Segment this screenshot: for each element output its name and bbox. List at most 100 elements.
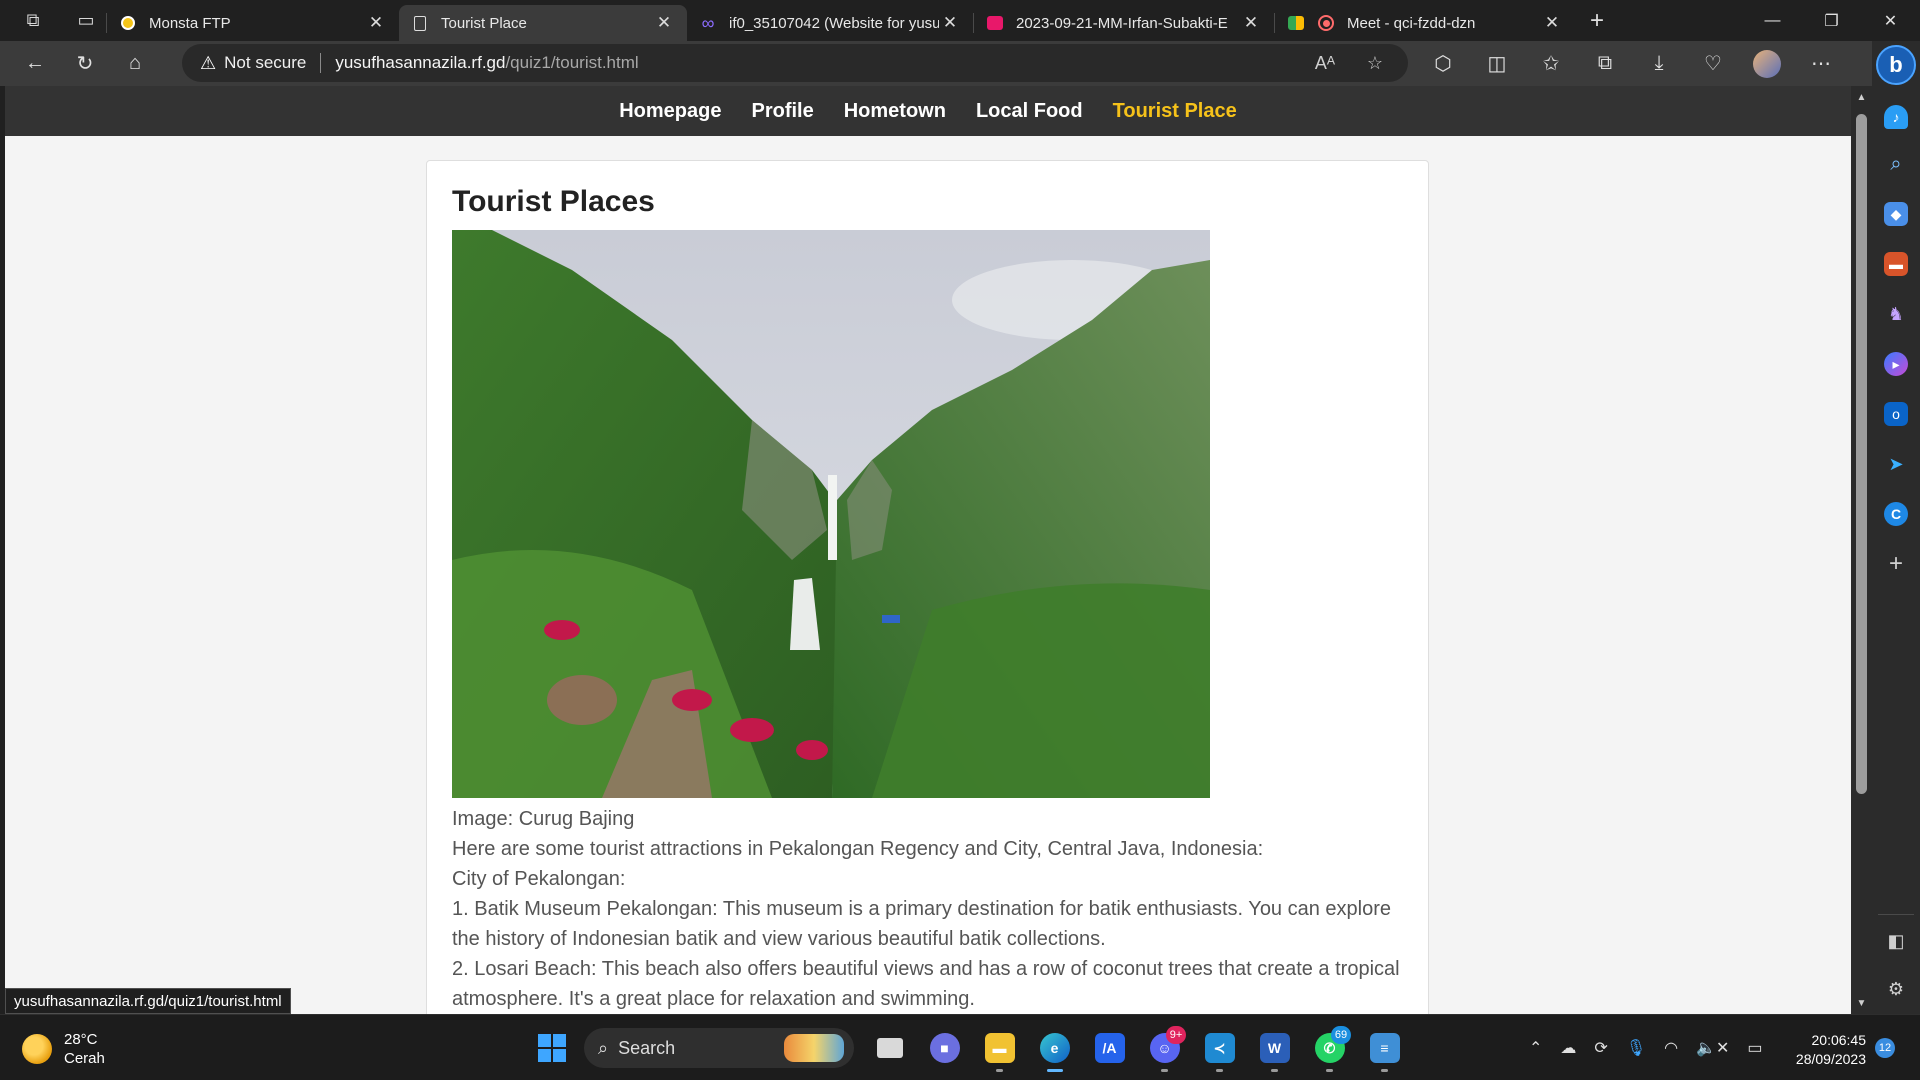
weather-condition: Cerah (64, 1050, 105, 1067)
close-icon[interactable]: ✕ (653, 13, 675, 33)
start-button[interactable] (528, 1024, 576, 1072)
add-sidebar-app-icon[interactable]: + (1884, 550, 1908, 578)
copilot-icon[interactable]: b (1876, 45, 1916, 85)
search-icon[interactable]: ⌕ (1884, 152, 1908, 176)
home-icon[interactable]: ⌂ (110, 41, 160, 86)
app-word[interactable]: W (1247, 1024, 1302, 1072)
running-indicator (1271, 1069, 1278, 1072)
taskbar: 28°C Cerah ⌕ Search ■ ▬ e /A ☺ 9+ ≺ W ✆ 69… (0, 1014, 1920, 1080)
nav-hometown[interactable]: Hometown (829, 100, 961, 123)
app-meet-chat[interactable]: ■ (917, 1024, 972, 1072)
split-screen-icon[interactable]: ◫ (1470, 41, 1524, 86)
close-icon[interactable]: ✕ (1541, 13, 1563, 33)
refresh-icon[interactable]: ↻ (60, 41, 110, 86)
restore-icon[interactable]: ❐ (1802, 0, 1861, 41)
app-edge[interactable]: e (1027, 1024, 1082, 1072)
tab-infinityfree[interactable]: ∞ if0_35107042 (Website for yusufh ✕ (687, 5, 973, 41)
games-icon[interactable]: ♞ (1884, 302, 1908, 326)
tab-document[interactable]: 2023-09-21-MM-Irfan-Subakti-E ✕ (974, 5, 1274, 41)
close-icon[interactable]: ✕ (939, 13, 961, 33)
taskbar-search[interactable]: ⌕ Search (584, 1028, 854, 1068)
url-host[interactable]: yusufhasannazila.rf.gd (335, 53, 505, 73)
folder-icon: ▬ (984, 1033, 1015, 1063)
workspaces-icon[interactable]: ⧉ (0, 0, 66, 41)
link-hover-status: yusufhasannazila.rf.gd/quiz1/tourist.htm… (5, 988, 291, 1014)
downloads-icon[interactable]: ⤓ (1632, 41, 1686, 86)
extensions-icon[interactable]: ⬡ (1416, 41, 1470, 86)
tab-monsta-ftp[interactable]: Monsta FTP ✕ (107, 5, 399, 41)
close-window-icon[interactable]: ✕ (1861, 0, 1920, 41)
microphone-icon[interactable]: 🎙 (1626, 1038, 1646, 1058)
app-vscode[interactable]: ≺ (1192, 1024, 1247, 1072)
tab-title: 2023-09-21-MM-Irfan-Subakti-E (1016, 14, 1228, 32)
running-indicator (1216, 1069, 1223, 1072)
drop-icon[interactable]: ➤ (1884, 452, 1908, 476)
favorites-icon[interactable]: ✩ (1524, 41, 1578, 86)
tab-title: Monsta FTP (149, 14, 231, 32)
app-discord[interactable]: ☺ 9+ (1137, 1024, 1192, 1072)
sync-icon[interactable]: ⟳ (1594, 1038, 1607, 1058)
designer-icon[interactable]: C (1884, 502, 1908, 526)
wifi-icon[interactable]: ◠ (1664, 1038, 1678, 1058)
app-file-explorer[interactable]: ▬ (972, 1024, 1027, 1072)
security-label[interactable]: Not secure (224, 53, 306, 73)
address-actions: Aᴬ ☆ (1300, 44, 1400, 82)
app-whatsapp[interactable]: ✆ 69 (1302, 1024, 1357, 1072)
new-tab-button[interactable]: + (1579, 3, 1615, 39)
close-icon[interactable]: ✕ (365, 13, 387, 33)
notification-count[interactable]: 12 (1875, 1038, 1895, 1058)
tab-actions-icon[interactable]: ▭ (66, 0, 106, 41)
app-notepad[interactable]: ≡ (1357, 1024, 1412, 1072)
discord-badge: 9+ (1166, 1026, 1186, 1044)
chevron-up-icon[interactable]: ⌃ (1529, 1038, 1542, 1058)
favorite-star-icon[interactable]: ☆ (1350, 53, 1400, 74)
section-title: City of Pekalongan: (452, 868, 626, 890)
microsoft-365-icon[interactable]: ▸ (1884, 352, 1908, 376)
nav-tourist-place[interactable]: Tourist Place (1098, 100, 1252, 123)
outlook-icon[interactable]: o (1884, 402, 1908, 426)
nav-local-food[interactable]: Local Food (961, 100, 1098, 123)
page-scrollbar[interactable]: ▲ ▼ (1851, 86, 1872, 1015)
notifications-bell-icon[interactable]: ♪ (1884, 105, 1908, 129)
minimize-icon[interactable]: — (1743, 0, 1802, 41)
page-title: Tourist Places (452, 185, 655, 218)
window-controls: — ❐ ✕ (1743, 0, 1920, 41)
scroll-down-icon[interactable]: ▼ (1851, 998, 1872, 1009)
onedrive-icon[interactable]: ☁ (1560, 1038, 1576, 1058)
page-viewport: Homepage Profile Hometown Local Food Tou… (5, 86, 1851, 1015)
address-bar[interactable]: ⚠ Not secure yusufhasannazila.rf.gd /qui… (182, 44, 1408, 82)
running-indicator (1326, 1069, 1333, 1072)
scroll-up-icon[interactable]: ▲ (1851, 92, 1872, 103)
search-highlight-icon (784, 1034, 844, 1062)
running-indicator (996, 1069, 1003, 1072)
address-separator (320, 53, 322, 73)
warning-icon[interactable]: ⚠ (200, 53, 216, 74)
weather-icon (22, 1034, 52, 1064)
url-path[interactable]: /quiz1/tourist.html (505, 53, 638, 73)
task-view-button[interactable] (862, 1024, 917, 1072)
app-vector[interactable]: /A (1082, 1024, 1137, 1072)
taskbar-apps: ⌕ Search ■ ▬ e /A ☺ 9+ ≺ W ✆ 69 ≡ (528, 1024, 1412, 1072)
back-icon[interactable]: ← (10, 41, 60, 86)
read-aloud-icon[interactable]: Aᴬ (1300, 53, 1350, 74)
toolbar-actions: ⬡ ◫ ✩ ⧉ ⤓ ♡ ⋯ (1416, 41, 1848, 86)
collections-icon[interactable]: ⧉ (1578, 41, 1632, 86)
tab-meet[interactable]: Meet - qci-fzdd-dzn ✕ (1275, 5, 1575, 41)
more-options-icon[interactable]: ⋯ (1794, 41, 1848, 86)
nav-homepage[interactable]: Homepage (604, 100, 736, 123)
system-clock[interactable]: 20:06:45 28/09/2023 (1778, 1031, 1866, 1069)
browser-essentials-icon[interactable]: ♡ (1686, 41, 1740, 86)
tools-icon[interactable]: ▬ (1884, 252, 1908, 276)
scrollbar-thumb[interactable] (1856, 114, 1867, 794)
profile-avatar[interactable] (1740, 41, 1794, 86)
nav-profile[interactable]: Profile (736, 100, 828, 123)
running-indicator (1047, 1069, 1063, 1072)
close-icon[interactable]: ✕ (1240, 13, 1262, 33)
volume-muted-icon[interactable]: 🔈✕ (1696, 1038, 1729, 1058)
battery-icon[interactable]: ▭ (1747, 1038, 1762, 1058)
hide-sidebar-icon[interactable]: ◧ (1884, 931, 1908, 952)
shopping-tag-icon[interactable]: ◆ (1884, 202, 1908, 226)
sidebar-settings-icon[interactable]: ⚙ (1884, 979, 1908, 1000)
weather-widget[interactable]: 28°C Cerah (22, 1030, 105, 1068)
tab-tourist-place[interactable]: Tourist Place ✕ (399, 5, 687, 41)
